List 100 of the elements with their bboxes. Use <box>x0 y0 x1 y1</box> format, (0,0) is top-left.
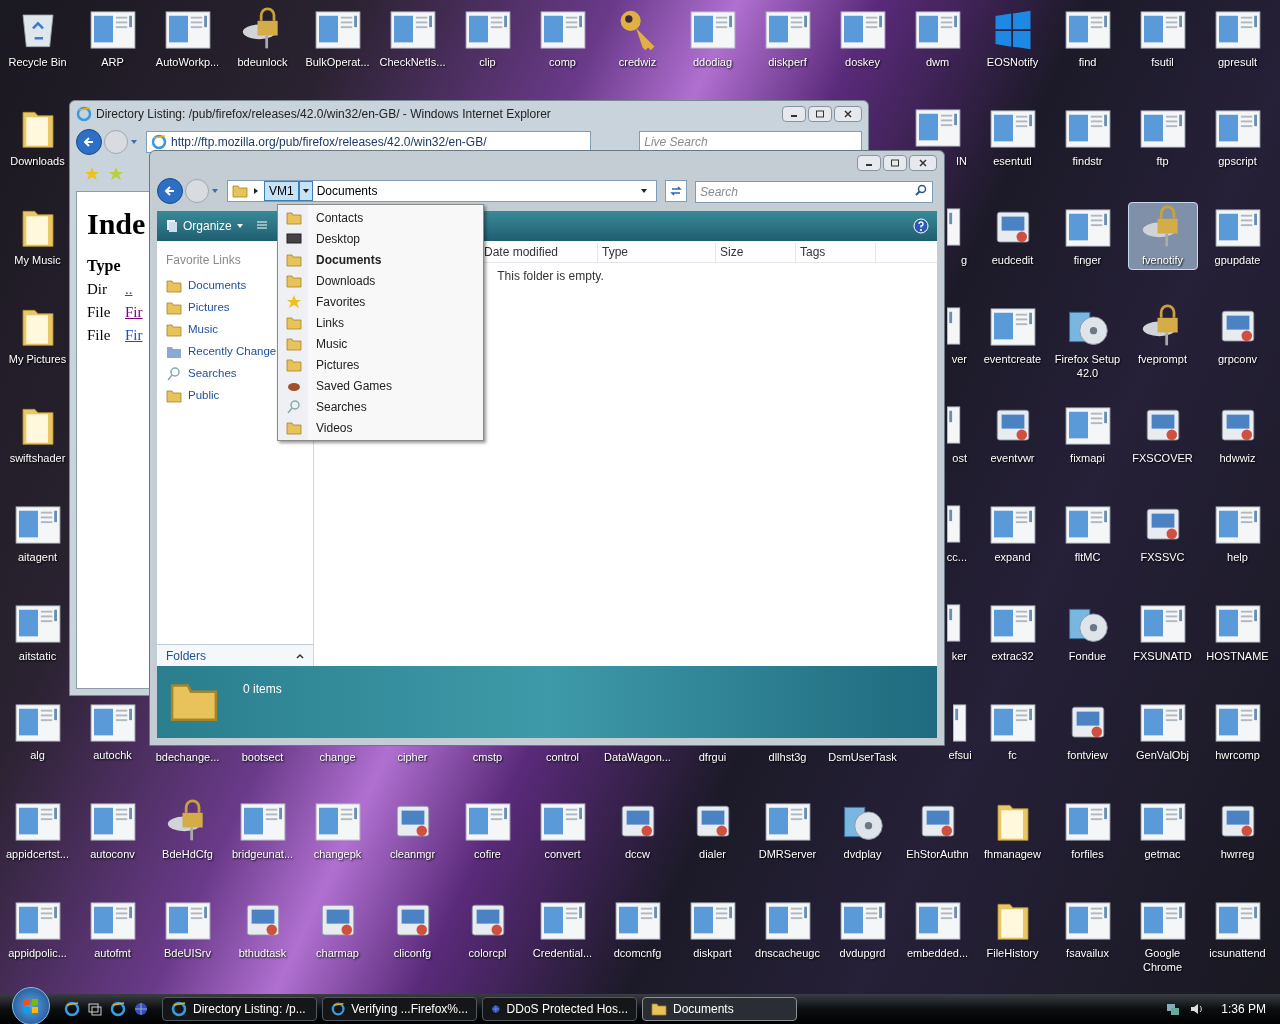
menu-item[interactable]: Downloads <box>278 270 483 291</box>
organize-button[interactable]: Organize <box>165 217 244 235</box>
desktop-icon[interactable]: getmac <box>1127 796 1198 864</box>
maximize-button[interactable] <box>808 106 832 122</box>
desktop-icon[interactable]: grpconv <box>1202 301 1273 369</box>
back-button[interactable] <box>157 178 183 204</box>
desktop-icon[interactable]: control <box>527 749 598 767</box>
desktop-icon[interactable]: esentutl <box>977 103 1048 171</box>
desktop-icon[interactable]: FXSUNATD <box>1127 598 1198 666</box>
desktop-icon[interactable]: dvdupgrd <box>827 895 898 963</box>
desktop-icon[interactable]: aitagent <box>2 499 73 567</box>
desktop-icon[interactable]: dccw <box>602 796 673 864</box>
desktop-icon[interactable]: My Pictures <box>2 301 73 369</box>
desktop-icon[interactable]: autochk <box>77 697 148 765</box>
desktop-icon[interactable]: comp <box>527 4 598 72</box>
close-button[interactable] <box>834 106 862 122</box>
desktop-icon[interactable]: AutoWorkp... <box>152 4 223 72</box>
desktop-icon[interactable]: Recycle Bin <box>2 4 73 72</box>
desktop-icon[interactable]: convert <box>527 796 598 864</box>
desktop-icon[interactable]: Firefox Setup 42.0 <box>1052 301 1123 383</box>
breadcrumb-item[interactable]: Documents <box>312 181 382 201</box>
desktop-icon[interactable]: alg <box>2 697 73 765</box>
address-field[interactable]: http://ftp.mozilla.org/pub/firefox/releases/42.0/win32/en-GB/ <box>146 131 592 153</box>
desktop-icon[interactable]: FileHistory <box>977 895 1048 963</box>
desktop-icon[interactable]: fontview <box>1052 697 1123 765</box>
desktop-icon[interactable]: FXSCOVER <box>1127 400 1198 468</box>
menu-item[interactable]: Favorites <box>278 291 483 312</box>
desktop-icon[interactable]: dwm <box>902 4 973 72</box>
desktop-icon[interactable]: icsunattend <box>1202 895 1273 963</box>
desktop-icon[interactable]: BdeHdCfg <box>152 796 223 864</box>
desktop-icon[interactable]: ddodiag <box>677 4 748 72</box>
desktop-icon[interactable]: gpresult <box>1202 4 1273 72</box>
desktop-icon[interactable]: HOSTNAME <box>1202 598 1273 666</box>
start-button[interactable] <box>12 987 50 1024</box>
menu-item[interactable]: Saved Games <box>278 375 483 396</box>
desktop-icon[interactable]: fsavailux <box>1052 895 1123 963</box>
desktop-icon[interactable]: autoconv <box>77 796 148 864</box>
desktop-icon[interactable]: forfiles <box>1052 796 1123 864</box>
desktop-icon[interactable]: dllhst3g <box>752 749 823 767</box>
desktop-icon[interactable]: Downloads <box>2 103 73 171</box>
desktop-icon[interactable]: bdeunlock <box>227 4 298 72</box>
desktop-icon[interactable]: expand <box>977 499 1048 567</box>
desktop-icon[interactable]: Fondue <box>1052 598 1123 666</box>
desktop-icon[interactable]: cleanmgr <box>377 796 448 864</box>
desktop-icon[interactable]: clip <box>452 4 523 72</box>
desktop-icon[interactable]: ftp <box>1127 103 1198 171</box>
desktop-icon[interactable]: ARP <box>77 4 148 72</box>
desktop-icon[interactable]: credwiz <box>602 4 673 72</box>
file-link[interactable]: .. <box>125 278 133 301</box>
desktop-icon[interactable]: charmap <box>302 895 373 963</box>
desktop-icon[interactable]: bthudtask <box>227 895 298 963</box>
desktop-icon[interactable]: extrac32 <box>977 598 1048 666</box>
desktop-icon[interactable]: change <box>302 749 373 767</box>
taskbar-button[interactable]: DDoS Protected Hos... <box>482 997 637 1021</box>
desktop-icon[interactable]: changepk <box>302 796 373 864</box>
desktop-icon[interactable]: DMRServer <box>752 796 823 864</box>
desktop-icon[interactable]: FXSSVC <box>1127 499 1198 567</box>
file-link[interactable]: Fir <box>125 324 143 347</box>
desktop-icon[interactable]: fixmapi <box>1052 400 1123 468</box>
search-field[interactable]: Search <box>695 181 933 203</box>
desktop-icon[interactable]: help <box>1202 499 1273 567</box>
favorite-link[interactable]: Recently Change <box>166 341 277 363</box>
breadcrumb-item[interactable]: VM1 <box>264 181 299 201</box>
favorite-link[interactable]: Pictures <box>166 297 230 319</box>
desktop-icon[interactable]: hdwwiz <box>1202 400 1273 468</box>
desktop-icon[interactable]: gpupdate <box>1202 202 1273 270</box>
desktop-icon[interactable]: Google Chrome <box>1127 895 1198 977</box>
desktop-icon[interactable]: BulkOperat... <box>302 4 373 72</box>
taskbar-button[interactable]: Directory Listing: /p... <box>162 997 317 1021</box>
favorite-link[interactable]: Music <box>166 319 219 341</box>
menu-item[interactable]: Documents <box>278 249 483 270</box>
desktop-icon[interactable]: dvdplay <box>827 796 898 864</box>
desktop-icon[interactable]: cipher <box>377 749 448 767</box>
desktop-icon[interactable]: swiftshader <box>2 400 73 468</box>
desktop-icon[interactable]: aitstatic <box>2 598 73 666</box>
desktop-icon[interactable]: Credential... <box>527 895 598 963</box>
desktop-icon[interactable]: CheckNetIs... <box>377 4 448 72</box>
desktop-icon[interactable]: dfrgui <box>677 749 748 767</box>
desktop-icon[interactable]: gpscript <box>1202 103 1273 171</box>
minimize-button[interactable] <box>857 155 881 171</box>
desktop-icon[interactable]: dcomcnfg <box>602 895 673 963</box>
menu-item[interactable]: Desktop <box>278 228 483 249</box>
desktop-icon[interactable]: cmstp <box>452 749 523 767</box>
desktop-icon[interactable]: eventcreate <box>977 301 1048 369</box>
desktop-icon[interactable]: diskperf <box>752 4 823 72</box>
minimize-button[interactable] <box>782 106 806 122</box>
desktop-icon[interactable]: embedded... <box>902 895 973 963</box>
desktop-icon[interactable]: autofmt <box>77 895 148 963</box>
back-button[interactable] <box>76 129 102 155</box>
desktop-icon[interactable]: fveprompt <box>1127 301 1198 369</box>
desktop-icon[interactable]: hwrreg <box>1202 796 1273 864</box>
menu-item[interactable]: Searches <box>278 396 483 417</box>
menu-item[interactable]: Links <box>278 312 483 333</box>
desktop-icon[interactable]: efsui <box>945 697 975 765</box>
desktop-icon[interactable]: doskey <box>827 4 898 72</box>
menu-item[interactable]: Videos <box>278 417 483 438</box>
folders-toggle[interactable]: Folders <box>157 644 313 666</box>
favorite-link[interactable]: Public <box>166 385 220 407</box>
refresh-button[interactable] <box>665 180 687 202</box>
desktop-icon[interactable]: cofire <box>452 796 523 864</box>
